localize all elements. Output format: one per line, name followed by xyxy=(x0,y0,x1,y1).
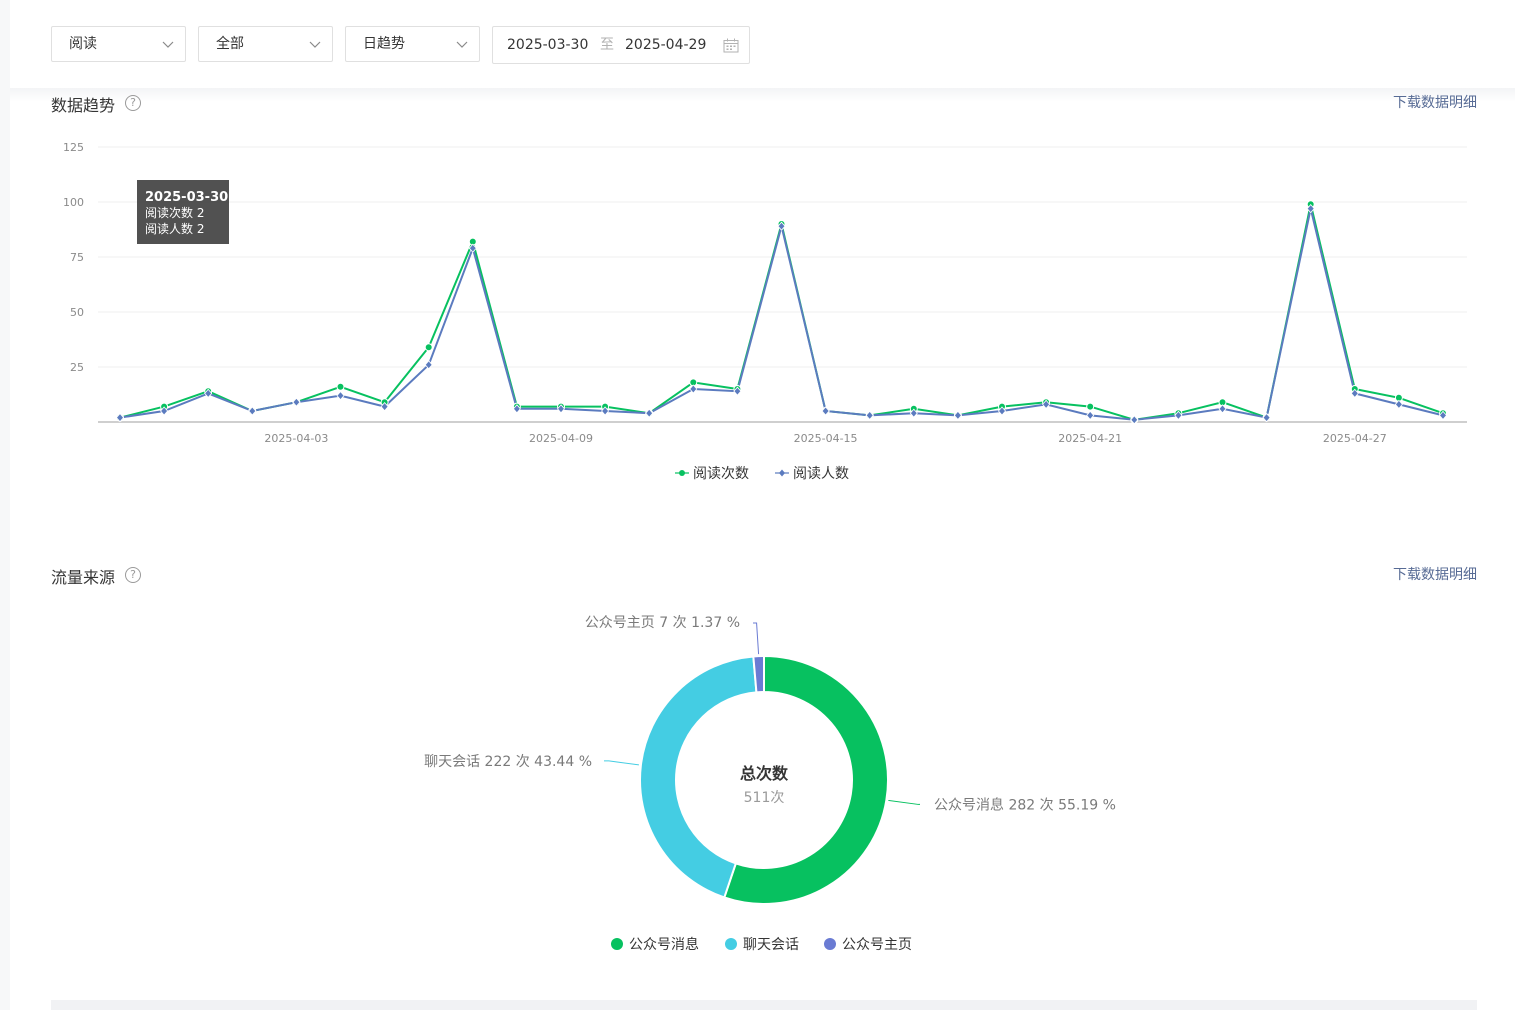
leader-line xyxy=(753,622,760,655)
donut-center-title: 总次数 xyxy=(740,764,789,783)
traffic-download-link[interactable]: 下载数据明细 xyxy=(1393,564,1477,584)
tooltip: 2025-03-30阅读次数 2阅读人数 2 xyxy=(137,180,229,244)
x-tick-label: 2025-04-03 xyxy=(264,432,328,445)
date-start[interactable]: 2025-03-30 xyxy=(507,27,588,63)
trend-download-link[interactable]: 下载数据明细 xyxy=(1393,92,1477,112)
legend-label[interactable]: 聊天会话 xyxy=(743,937,799,953)
date-range-picker[interactable]: 2025-03-30 至 2025-04-29 xyxy=(492,26,750,64)
legend-marker xyxy=(611,938,623,950)
data-point[interactable] xyxy=(1086,402,1095,411)
trend-line-chart: 25 50 75 100 125 2025-04-03 2025-04-09 2025-04-… xyxy=(63,141,1467,482)
chevron-down-icon xyxy=(456,41,468,48)
data-point[interactable] xyxy=(689,384,698,394)
legend-marker xyxy=(824,938,836,950)
traffic-donut-chart: 总次数 511次 公众号消息 282 次 55.19 % 聊天会话 222 次 43.… xyxy=(424,615,1116,953)
y-tick-label: 75 xyxy=(70,251,84,264)
tooltip-line-1: 阅读次数 2 xyxy=(145,205,204,220)
granularity-select-value: 日趋势 xyxy=(363,36,405,52)
legend-marker xyxy=(679,470,685,476)
legend-label[interactable]: 阅读次数 xyxy=(693,465,749,482)
legend-marker xyxy=(779,469,785,477)
y-tick-label: 125 xyxy=(63,141,84,154)
chevron-down-icon xyxy=(162,41,174,48)
slice-label: 公众号消息 282 次 55.19 % xyxy=(934,796,1116,813)
bottom-bar xyxy=(51,1000,1477,1010)
x-tick-label: 2025-04-09 xyxy=(529,432,593,445)
date-end[interactable]: 2025-04-29 xyxy=(625,27,706,63)
y-tick-label: 100 xyxy=(63,196,84,209)
data-point[interactable] xyxy=(1086,410,1095,421)
legend-marker xyxy=(725,938,737,950)
leader-line xyxy=(604,760,639,766)
data-point[interactable] xyxy=(1394,399,1403,410)
legend-label[interactable]: 阅读人数 xyxy=(793,465,849,482)
calendar-icon[interactable] xyxy=(723,38,739,53)
granularity-select[interactable]: 日趋势 xyxy=(345,26,480,62)
donut-center-value: 511次 xyxy=(744,790,785,806)
legend-label[interactable]: 公众号消息 xyxy=(629,936,699,953)
data-point[interactable] xyxy=(424,343,433,352)
source-select[interactable]: 全部 xyxy=(198,26,333,62)
traffic-section-title: 流量来源 xyxy=(51,568,116,587)
y-tick-label: 50 xyxy=(70,306,84,319)
chevron-down-icon xyxy=(309,41,321,48)
series-line-2 xyxy=(119,208,1444,421)
data-point[interactable] xyxy=(1218,404,1227,414)
trend-section-title: 数据趋势 xyxy=(51,96,116,115)
slice-label: 公众号主页 7 次 1.37 % xyxy=(585,615,740,631)
source-select-value: 全部 xyxy=(216,36,244,52)
metric-select-value: 阅读 xyxy=(69,36,97,52)
help-icon[interactable]: ? xyxy=(125,95,141,111)
metric-select[interactable]: 阅读 xyxy=(51,26,186,62)
x-tick-label: 2025-04-15 xyxy=(794,432,858,445)
x-tick-label: 2025-04-27 xyxy=(1323,432,1387,445)
toolbar-divider xyxy=(10,88,1515,102)
x-tick-label: 2025-04-21 xyxy=(1058,432,1122,445)
tooltip-date: 2025-03-30 xyxy=(145,190,228,205)
data-point[interactable] xyxy=(336,390,345,401)
pie-slice[interactable] xyxy=(639,655,758,899)
y-tick-label: 25 xyxy=(70,361,84,374)
leader-line xyxy=(888,799,920,805)
help-icon[interactable]: ? xyxy=(125,567,141,583)
date-separator: 至 xyxy=(600,37,614,53)
data-point[interactable] xyxy=(336,382,345,391)
tooltip-line-2: 阅读人数 2 xyxy=(145,221,204,236)
legend-label[interactable]: 公众号主页 xyxy=(842,937,912,953)
slice-label: 聊天会话 222 次 43.44 % xyxy=(424,754,592,770)
